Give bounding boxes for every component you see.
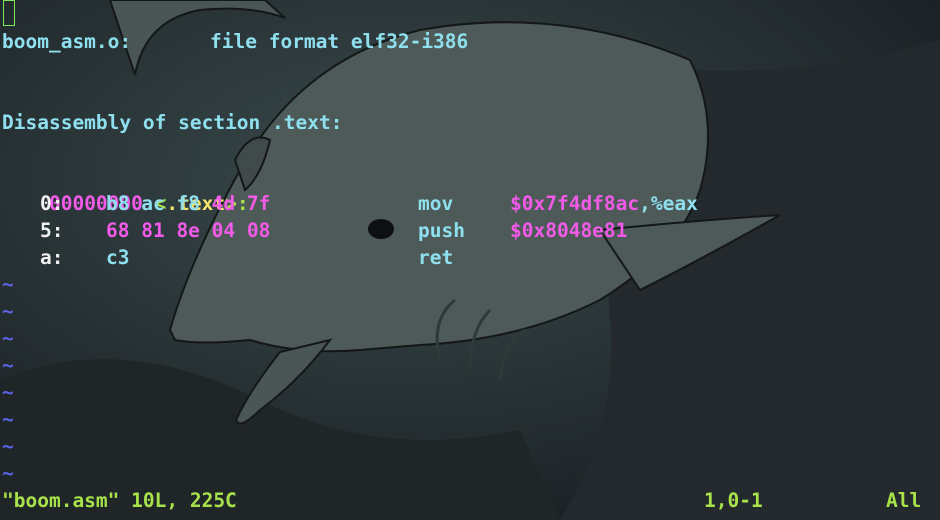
- status-cursor-position: 1,0-1: [704, 489, 763, 512]
- object-filename: boom_asm.o:: [2, 30, 132, 53]
- symbol-header: 00000000 <.text>:: [2, 163, 249, 215]
- instruction-mnemonic: push: [418, 219, 465, 242]
- instruction-operand: $0x7f4df8ac,%eax: [510, 190, 698, 217]
- instruction-offset: a:: [40, 246, 64, 269]
- operand-immediate: $0x8048e81: [510, 219, 628, 242]
- bytes-highlight: 4d 7f: [211, 192, 271, 215]
- instruction-bytes: 68 81 8e 04 08: [106, 217, 270, 244]
- status-file-info: "boom.asm" 10L, 225C: [2, 489, 237, 512]
- section-title: Disassembly of section .text:: [2, 111, 343, 134]
- empty-line-marker: ~: [2, 462, 14, 485]
- instruction-row: 0: b8 ac f8 4d 7f mov $0x7f4df8ac,%eax: [2, 190, 938, 217]
- instruction-operand: $0x8048e81: [510, 217, 627, 244]
- file-format-label: file format elf32-i386: [210, 30, 469, 53]
- operand-immediate: $0x7f4df8ac: [510, 192, 640, 215]
- instruction-row: a: c3 ret: [2, 244, 938, 271]
- empty-line-marker: ~: [2, 327, 14, 350]
- cursor-line: [2, 0, 49, 27]
- empty-line-marker: ~: [2, 354, 14, 377]
- empty-line-marker: ~: [2, 273, 14, 296]
- bytes-plain: c3: [106, 246, 130, 269]
- instruction-row: 5: 68 81 8e 04 08 push $0x8048e81: [2, 217, 938, 244]
- empty-line-marker: ~: [2, 435, 14, 458]
- empty-line-marker: ~: [2, 381, 14, 404]
- bytes-highlight: 68 81 8e 04 08: [106, 219, 271, 242]
- instruction-bytes: c3: [106, 244, 129, 271]
- instruction-bytes: b8 ac f8 4d 7f: [106, 190, 270, 217]
- empty-line-marker: ~: [2, 300, 14, 323]
- instruction-offset: 0:: [40, 192, 64, 215]
- file-header: boom_asm.o: file format elf32-i386: [2, 28, 468, 55]
- operand-register: ,%eax: [639, 192, 698, 215]
- instruction-mnemonic: mov: [418, 192, 454, 215]
- empty-line-marker: ~: [2, 408, 14, 431]
- instruction-offset: 5:: [40, 219, 64, 242]
- status-scroll-indicator: All: [886, 489, 922, 512]
- instruction-mnemonic: ret: [418, 246, 454, 269]
- status-line: "boom.asm" 10L, 225C 1,0-1 All: [2, 487, 938, 514]
- bytes-plain: b8 ac f8: [106, 192, 212, 215]
- terminal-buffer[interactable]: boom_asm.o: file format elf32-i386 Disas…: [0, 0, 940, 520]
- text-cursor: [3, 0, 15, 26]
